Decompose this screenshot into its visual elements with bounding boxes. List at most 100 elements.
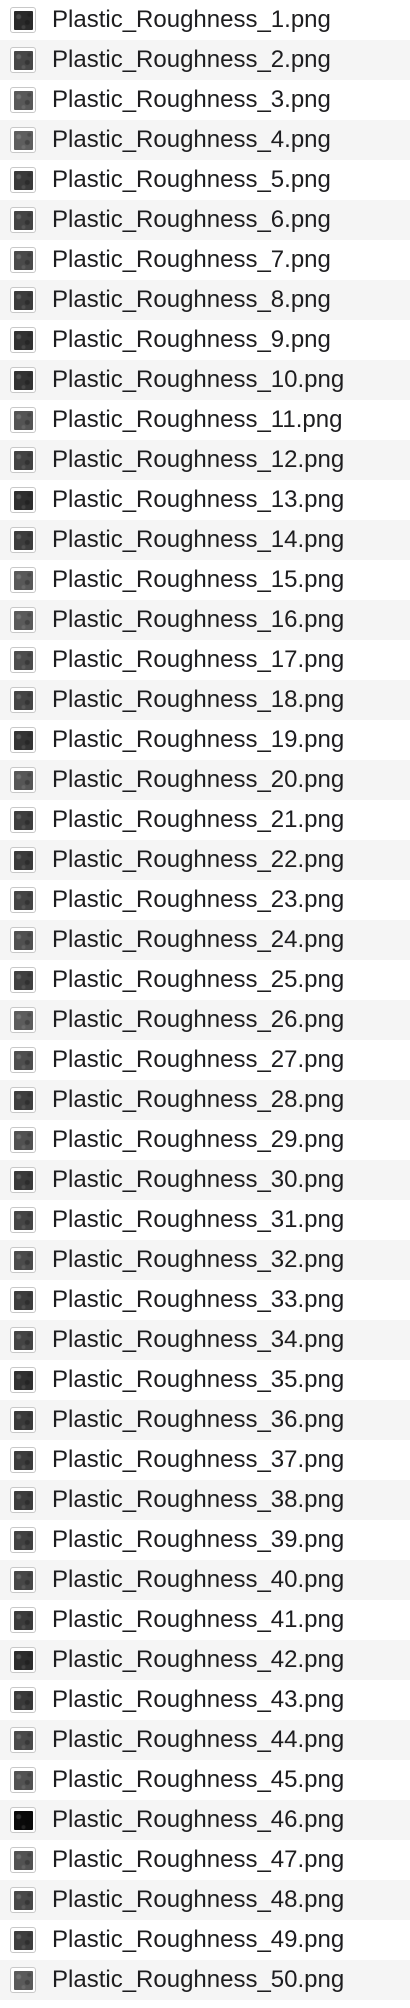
file-row[interactable]: Plastic_Roughness_43.png xyxy=(0,1680,410,1720)
file-row[interactable]: Plastic_Roughness_50.png xyxy=(0,1960,410,2000)
file-row[interactable]: Plastic_Roughness_19.png xyxy=(0,720,410,760)
file-name: Plastic_Roughness_37.png xyxy=(52,1446,345,1473)
image-thumbnail-icon xyxy=(10,1087,36,1113)
image-thumbnail-icon xyxy=(10,727,36,753)
image-thumbnail-icon xyxy=(10,687,36,713)
file-row[interactable]: Plastic_Roughness_2.png xyxy=(0,40,410,80)
image-thumbnail-icon xyxy=(10,567,36,593)
image-thumbnail-icon xyxy=(10,1487,36,1513)
image-thumbnail-icon xyxy=(10,967,36,993)
file-row[interactable]: Plastic_Roughness_10.png xyxy=(0,360,410,400)
file-row[interactable]: Plastic_Roughness_8.png xyxy=(0,280,410,320)
file-row[interactable]: Plastic_Roughness_41.png xyxy=(0,1600,410,1640)
image-thumbnail-icon xyxy=(10,1607,36,1633)
file-row[interactable]: Plastic_Roughness_49.png xyxy=(0,1920,410,1960)
file-row[interactable]: Plastic_Roughness_9.png xyxy=(0,320,410,360)
file-name: Plastic_Roughness_42.png xyxy=(52,1646,345,1673)
file-list: Plastic_Roughness_1.png Plastic_Roughnes… xyxy=(0,0,410,2008)
file-row[interactable]: Plastic_Roughness_31.png xyxy=(0,1200,410,1240)
file-row[interactable]: Plastic_Roughness_17.png xyxy=(0,640,410,680)
file-row[interactable]: Plastic_Roughness_11.png xyxy=(0,400,410,440)
image-thumbnail-icon xyxy=(10,1847,36,1873)
file-row[interactable]: Plastic_Roughness_15.png xyxy=(0,560,410,600)
image-thumbnail-icon xyxy=(10,87,36,113)
file-name: Plastic_Roughness_30.png xyxy=(52,1166,345,1193)
file-row[interactable]: Plastic_Roughness_32.png xyxy=(0,1240,410,1280)
file-row[interactable]: Plastic_Roughness_28.png xyxy=(0,1080,410,1120)
file-row[interactable]: Plastic_Roughness_23.png xyxy=(0,880,410,920)
file-row[interactable]: Plastic_Roughness_12.png xyxy=(0,440,410,480)
file-name: Plastic_Roughness_1.png xyxy=(52,6,331,33)
file-row[interactable]: Plastic_Roughness_39.png xyxy=(0,1520,410,1560)
file-row[interactable]: Plastic_Roughness_21.png xyxy=(0,800,410,840)
image-thumbnail-icon xyxy=(10,287,36,313)
file-row[interactable]: Plastic_Roughness_46.png xyxy=(0,1800,410,1840)
file-name: Plastic_Roughness_4.png xyxy=(52,126,331,153)
file-row[interactable]: Plastic_Roughness_35.png xyxy=(0,1360,410,1400)
file-row[interactable]: Plastic_Roughness_34.png xyxy=(0,1320,410,1360)
file-row[interactable]: Plastic_Roughness_24.png xyxy=(0,920,410,960)
file-row[interactable]: Plastic_Roughness_3.png xyxy=(0,80,410,120)
file-row[interactable]: Plastic_Roughness_40.png xyxy=(0,1560,410,1600)
file-name: Plastic_Roughness_2.png xyxy=(52,46,331,73)
file-name: Plastic_Roughness_48.png xyxy=(52,1886,345,1913)
file-row[interactable]: Plastic_Roughness_16.png xyxy=(0,600,410,640)
file-row[interactable]: Plastic_Roughness_14.png xyxy=(0,520,410,560)
file-name: Plastic_Roughness_36.png xyxy=(52,1406,345,1433)
file-row[interactable]: Plastic_Roughness_27.png xyxy=(0,1040,410,1080)
file-row[interactable]: Plastic_Roughness_42.png xyxy=(0,1640,410,1680)
file-row[interactable]: Plastic_Roughness_37.png xyxy=(0,1440,410,1480)
image-thumbnail-icon xyxy=(10,1367,36,1393)
file-name: Plastic_Roughness_7.png xyxy=(52,246,331,273)
image-thumbnail-icon xyxy=(10,1767,36,1793)
file-row[interactable]: Plastic_Roughness_33.png xyxy=(0,1280,410,1320)
image-thumbnail-icon xyxy=(10,1327,36,1353)
file-name: Plastic_Roughness_24.png xyxy=(52,926,345,953)
file-row[interactable]: Plastic_Roughness_47.png xyxy=(0,1840,410,1880)
file-name: Plastic_Roughness_26.png xyxy=(52,1006,345,1033)
image-thumbnail-icon xyxy=(10,1447,36,1473)
file-name: Plastic_Roughness_33.png xyxy=(52,1286,345,1313)
image-thumbnail-icon xyxy=(10,1167,36,1193)
file-row[interactable]: Plastic_Roughness_44.png xyxy=(0,1720,410,1760)
file-name: Plastic_Roughness_40.png xyxy=(52,1566,345,1593)
file-name: Plastic_Roughness_19.png xyxy=(52,726,345,753)
file-row[interactable]: Plastic_Roughness_7.png xyxy=(0,240,410,280)
file-row[interactable]: Plastic_Roughness_18.png xyxy=(0,680,410,720)
image-thumbnail-icon xyxy=(10,207,36,233)
image-thumbnail-icon xyxy=(10,1967,36,1993)
file-row[interactable]: Plastic_Roughness_29.png xyxy=(0,1120,410,1160)
image-thumbnail-icon xyxy=(10,367,36,393)
file-row[interactable]: Plastic_Roughness_36.png xyxy=(0,1400,410,1440)
file-name: Plastic_Roughness_15.png xyxy=(52,566,345,593)
image-thumbnail-icon xyxy=(10,1047,36,1073)
file-row[interactable]: Plastic_Roughness_22.png xyxy=(0,840,410,880)
image-thumbnail-icon xyxy=(10,1647,36,1673)
file-row[interactable]: Plastic_Roughness_48.png xyxy=(0,1880,410,1920)
file-row[interactable]: Plastic_Roughness_13.png xyxy=(0,480,410,520)
file-row[interactable]: Plastic_Roughness_45.png xyxy=(0,1760,410,1800)
file-row[interactable]: Plastic_Roughness_26.png xyxy=(0,1000,410,1040)
image-thumbnail-icon xyxy=(10,167,36,193)
file-row[interactable]: Plastic_Roughness_1.png xyxy=(0,0,410,40)
image-thumbnail-icon xyxy=(10,767,36,793)
image-thumbnail-icon xyxy=(10,407,36,433)
image-thumbnail-icon xyxy=(10,1567,36,1593)
file-name: Plastic_Roughness_47.png xyxy=(52,1846,345,1873)
file-row[interactable]: Plastic_Roughness_25.png xyxy=(0,960,410,1000)
file-row[interactable]: Plastic_Roughness_5.png xyxy=(0,160,410,200)
file-name: Plastic_Roughness_50.png xyxy=(52,1966,345,1993)
file-name: Plastic_Roughness_8.png xyxy=(52,286,331,313)
file-row[interactable]: Plastic_Roughness_6.png xyxy=(0,200,410,240)
image-thumbnail-icon xyxy=(10,1247,36,1273)
file-row[interactable]: Plastic_Roughness_4.png xyxy=(0,120,410,160)
image-thumbnail-icon xyxy=(10,1727,36,1753)
file-row[interactable]: Plastic_Roughness_38.png xyxy=(0,1480,410,1520)
file-name: Plastic_Roughness_17.png xyxy=(52,646,345,673)
file-name: Plastic_Roughness_28.png xyxy=(52,1086,345,1113)
file-row[interactable]: Plastic_Roughness_20.png xyxy=(0,760,410,800)
file-row[interactable]: Plastic_Roughness_30.png xyxy=(0,1160,410,1200)
image-thumbnail-icon xyxy=(10,47,36,73)
image-thumbnail-icon xyxy=(10,1127,36,1153)
image-thumbnail-icon xyxy=(10,887,36,913)
